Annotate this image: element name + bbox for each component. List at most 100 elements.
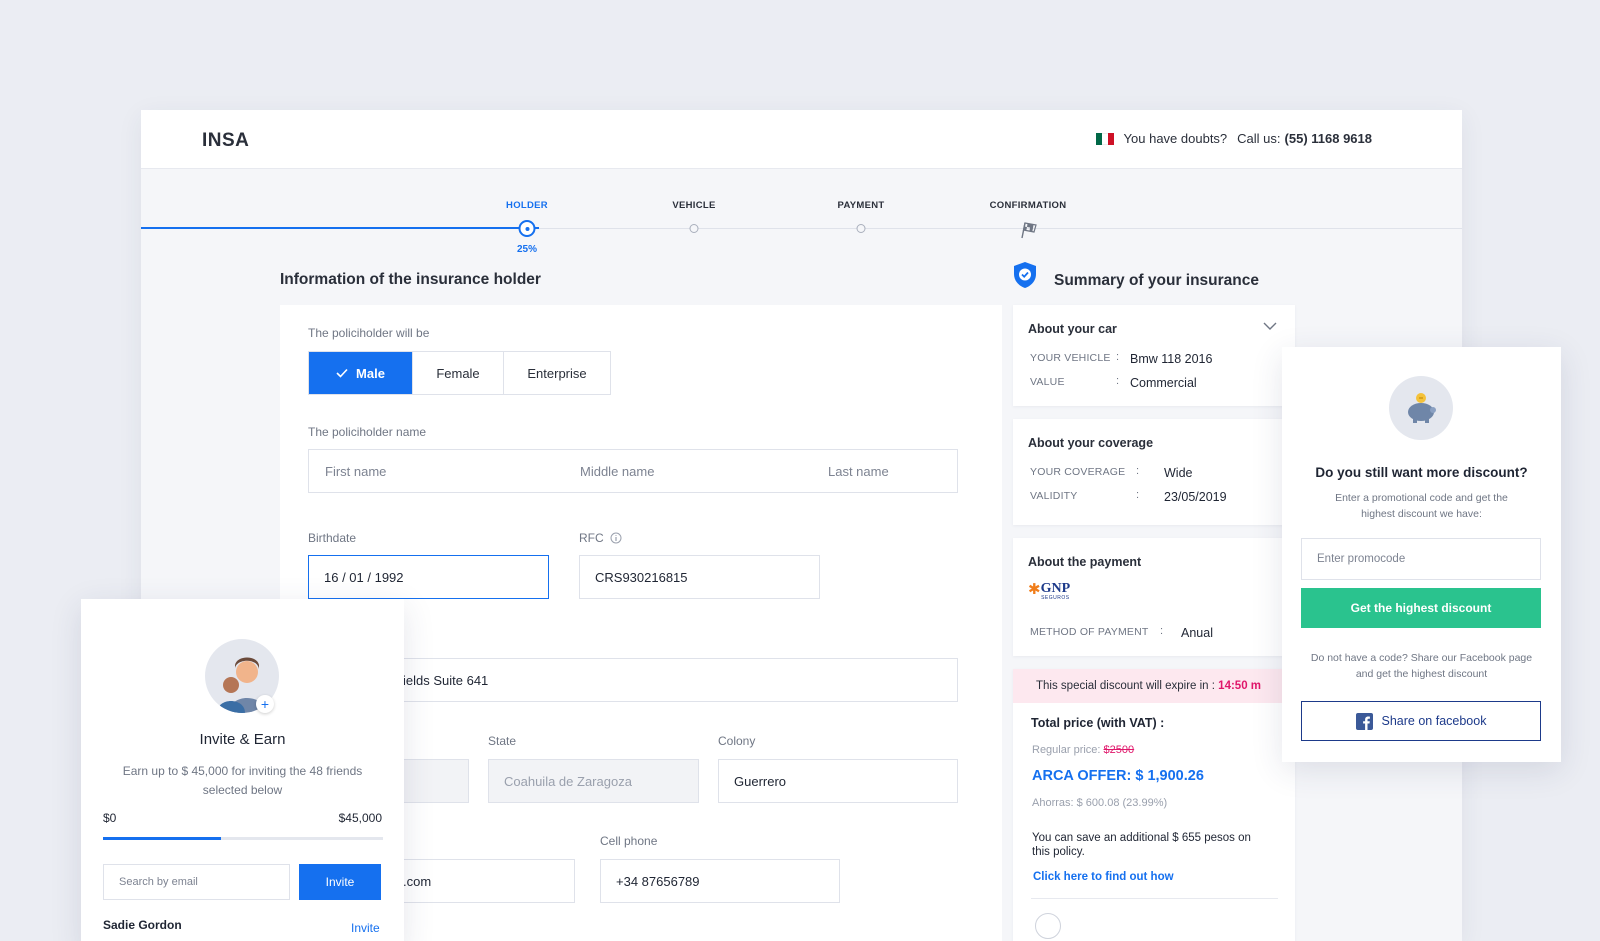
coverage-summary-title: About your coverage bbox=[1028, 436, 1154, 450]
divider bbox=[1031, 898, 1278, 899]
coverage-value: Wide bbox=[1164, 466, 1193, 480]
last-name-input[interactable]: Last name bbox=[828, 464, 889, 479]
gnp-logo-text: GNP bbox=[1040, 581, 1071, 596]
address-input[interactable]: ields Suite 641 bbox=[308, 658, 958, 702]
invite-progress-fill bbox=[103, 837, 221, 840]
step-payment-marker[interactable] bbox=[856, 224, 866, 233]
gender-option-female[interactable]: Female bbox=[413, 352, 504, 394]
coverage-summary-card: About your coverage YOUR COVERAGE : Wide… bbox=[1013, 419, 1295, 525]
header-contact: You have doubts? Call us: (55) 1168 9618 bbox=[1095, 131, 1372, 146]
regular-price-value: $2500 bbox=[1103, 744, 1135, 756]
next-item-icon bbox=[1035, 913, 1061, 939]
form-title: Information of the insurance holder bbox=[280, 271, 541, 288]
find-out-link[interactable]: Click here to find out how bbox=[1033, 871, 1174, 883]
address-value: ields Suite 641 bbox=[403, 672, 489, 688]
invite-range-max: $45,000 bbox=[338, 811, 382, 825]
first-name-input[interactable]: First name bbox=[325, 464, 386, 479]
step-holder[interactable]: HOLDER bbox=[506, 200, 548, 211]
invite-button[interactable]: Invite bbox=[299, 864, 381, 900]
rfc-input[interactable]: CRS930216815 bbox=[579, 555, 820, 599]
invite-subtitle: Earn up to $ 45,000 for inviting the 48 … bbox=[122, 764, 363, 797]
promocode-placeholder: Enter promocode bbox=[1317, 553, 1406, 565]
promo-title: Do you still want more discount? bbox=[1315, 465, 1528, 480]
contact-name: Sadie Gordon bbox=[103, 918, 182, 932]
promo-popup: Do you still want more discount? Enter a… bbox=[1282, 347, 1561, 762]
vehicle-key: YOUR VEHICLE bbox=[1030, 352, 1111, 364]
stepper: HOLDER 25% VEHICLE PAYMENT CONFIRMATION bbox=[141, 169, 1462, 259]
gnp-logo-sub: SEGUROS bbox=[1041, 595, 1070, 601]
get-discount-button[interactable]: Get the highest discount bbox=[1301, 588, 1541, 628]
vehicle-value: Bmw 118 2016 bbox=[1130, 352, 1213, 366]
discount-expiry-banner: This special discount will expire in : 1… bbox=[1013, 669, 1295, 703]
gender-option-male[interactable]: Male bbox=[309, 352, 413, 394]
share-facebook-button[interactable]: Share on facebook bbox=[1301, 701, 1541, 741]
step-progress-percent: 25% bbox=[516, 244, 538, 255]
colon-separator: : bbox=[1116, 375, 1120, 387]
invite-popup: + Invite & Earn Earn up to $ 45,000 for … bbox=[81, 599, 404, 941]
rfc-label-group: RFC bbox=[579, 531, 622, 545]
step-vehicle[interactable]: VEHICLE bbox=[672, 200, 715, 211]
discount-timer: 14:50 m bbox=[1218, 680, 1262, 692]
state-label: State bbox=[488, 734, 517, 748]
gender-option-male-label: Male bbox=[356, 365, 385, 381]
payment-summary-card: About the payment ✱ GNP SEGUROS METHOD O… bbox=[1013, 538, 1295, 656]
colon-separator: : bbox=[1160, 625, 1164, 637]
search-email-input[interactable]: Search by email bbox=[103, 864, 290, 900]
promo-subtitle: Enter a promotional code and get the hig… bbox=[1335, 492, 1508, 520]
regular-price: Regular price: $2500 bbox=[1032, 744, 1134, 756]
step-confirmation[interactable]: CONFIRMATION bbox=[990, 200, 1067, 211]
gender-option-enterprise[interactable]: Enterprise bbox=[504, 352, 610, 394]
regular-price-label: Regular price: bbox=[1032, 744, 1101, 756]
logo[interactable]: INSA bbox=[202, 130, 249, 152]
facebook-icon bbox=[1355, 712, 1373, 730]
email-value: .com bbox=[403, 873, 432, 889]
colon-separator: : bbox=[1116, 351, 1120, 363]
price-summary-card: This special discount will expire in : 1… bbox=[1013, 669, 1295, 941]
search-email-placeholder: Search by email bbox=[119, 876, 198, 888]
stepper-progress bbox=[141, 227, 539, 229]
checkered-flag-icon bbox=[1021, 222, 1037, 239]
policyholder-name-label: The policiholder name bbox=[308, 425, 427, 439]
phone-number[interactable]: (55) 1168 9618 bbox=[1285, 131, 1372, 146]
invite-progress-track bbox=[103, 837, 383, 840]
promocode-input[interactable]: Enter promocode bbox=[1301, 538, 1541, 580]
middle-name-input[interactable]: Middle name bbox=[580, 464, 654, 479]
state-input[interactable]: Coahuila de Zaragoza bbox=[488, 759, 699, 803]
birthdate-input[interactable]: 16 / 01 / 1992 bbox=[308, 555, 549, 599]
invite-range-min: $0 bbox=[103, 811, 117, 825]
total-price-label: Total price (with VAT) : bbox=[1031, 716, 1165, 730]
validity-value: 23/05/2019 bbox=[1164, 490, 1227, 504]
chevron-down-icon[interactable] bbox=[1263, 322, 1277, 331]
add-friend-icon[interactable]: + bbox=[256, 695, 274, 713]
name-fields-group: First name Middle name Last name bbox=[308, 449, 958, 493]
piggy-bank-icon bbox=[1408, 393, 1436, 423]
piggy-bank-avatar bbox=[1389, 376, 1453, 440]
gnp-logo: ✱ GNP SEGUROS bbox=[1028, 582, 1070, 601]
validity-key: VALIDITY bbox=[1030, 490, 1078, 502]
doubts-text: You have doubts? bbox=[1123, 131, 1228, 146]
info-icon[interactable] bbox=[610, 532, 622, 544]
share-hint-text: Do not have a code? Share our Facebook p… bbox=[1310, 652, 1533, 680]
car-summary-card[interactable]: About your car YOUR VEHICLE : Bmw 118 20… bbox=[1013, 305, 1295, 406]
top-header: INSA You have doubts? Call us: (55) 1168… bbox=[141, 110, 1462, 169]
birthdate-label: Birthdate bbox=[308, 531, 357, 545]
invite-title: Invite & Earn bbox=[199, 731, 286, 748]
step-payment[interactable]: PAYMENT bbox=[838, 200, 885, 211]
step-vehicle-marker[interactable] bbox=[689, 224, 699, 233]
share-facebook-label: Share on facebook bbox=[1381, 714, 1487, 728]
colony-input[interactable]: Guerrero bbox=[718, 759, 958, 803]
check-icon bbox=[336, 368, 348, 378]
cell-phone-input[interactable]: +34 87656789 bbox=[600, 859, 840, 903]
gnp-star-icon: ✱ bbox=[1028, 581, 1041, 598]
offer-price: ARCA OFFER: $ 1,900.26 bbox=[1032, 768, 1204, 784]
contact-invite-link[interactable]: Invite bbox=[351, 921, 380, 935]
colony-label: Colony bbox=[718, 734, 756, 748]
extra-savings-text: You can save an additional $ 655 pesos o… bbox=[1032, 832, 1251, 858]
car-summary-title: About your car bbox=[1028, 322, 1117, 336]
colon-separator: : bbox=[1136, 489, 1140, 501]
step-holder-marker[interactable] bbox=[518, 220, 536, 237]
savings-text: Ahorras: $ 600.08 (23.99%) bbox=[1032, 797, 1168, 809]
value-key: VALUE bbox=[1030, 376, 1065, 388]
summary-title: Summary of your insurance bbox=[1054, 272, 1260, 289]
call-label: Call us: bbox=[1237, 131, 1281, 146]
